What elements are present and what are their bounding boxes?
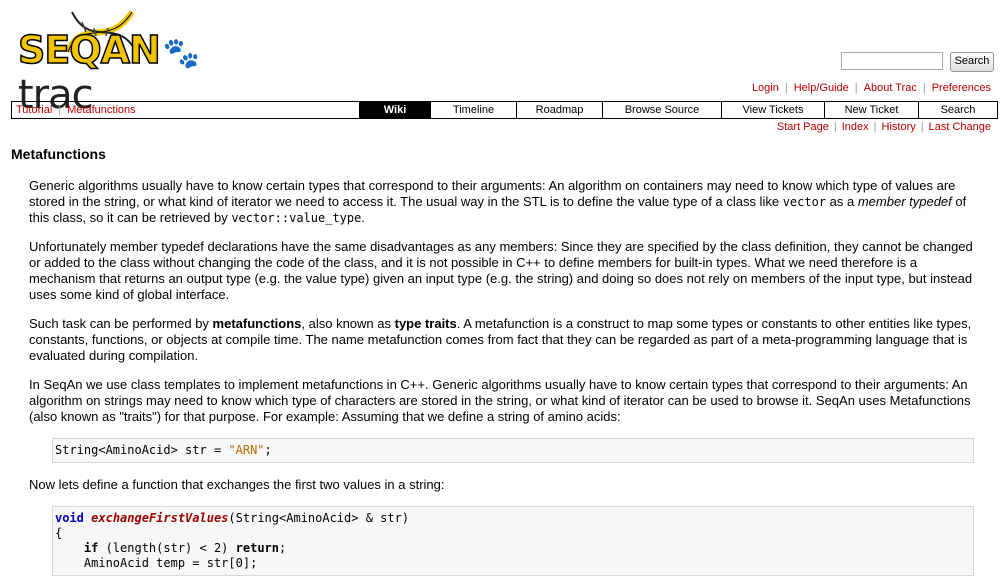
breadcrumb-tutorial[interactable]: Tutorial	[16, 104, 52, 116]
meta-navigation: Login | Help/Guide | About Trac | Preferences	[751, 82, 991, 94]
code-block-string: String<AminoAcid> str = "ARN";	[52, 438, 974, 463]
code-vector: vector	[782, 195, 827, 209]
context-navigation: Start Page | Index | History | Last Change	[776, 121, 991, 133]
paragraph-2: Unfortunately member typedef declaration…	[29, 239, 973, 302]
help-guide-link[interactable]: Help/Guide	[794, 82, 849, 94]
tab-search[interactable]: Search	[918, 102, 997, 118]
tab-wiki[interactable]: Wiki	[359, 102, 430, 118]
metafunctions-strong: metafunctions	[212, 316, 302, 331]
tab-timeline[interactable]: Timeline	[430, 102, 516, 118]
preferences-link[interactable]: Preferences	[932, 82, 991, 94]
main-navigation: Tutorial | Metafunctions Wiki Timeline Roa…	[11, 101, 998, 119]
tab-roadmap[interactable]: Roadmap	[516, 102, 602, 118]
wiki-content: Generic algorithms usually have to know …	[29, 178, 974, 576]
paragraph-1: Generic algorithms usually have to know …	[29, 178, 967, 225]
member-typedef-emphasis: member typedef	[857, 194, 952, 209]
last-change-link[interactable]: Last Change	[929, 121, 991, 133]
paragraph-5: Now lets define a function that exchange…	[29, 477, 445, 492]
code-block-function: void exchangeFirstValues(String<AminoAci…	[52, 506, 974, 576]
type-traits-strong: type traits	[394, 316, 457, 331]
search-input[interactable]	[841, 52, 943, 70]
paragraph-3: Such task can be performed by metafuncti…	[29, 316, 972, 363]
breadcrumb: Tutorial | Metafunctions	[16, 104, 136, 116]
login-link[interactable]: Login	[752, 82, 779, 94]
history-link[interactable]: History	[882, 121, 916, 133]
paw-icon: 🐾	[162, 36, 200, 71]
search-button[interactable]: Search	[950, 52, 994, 72]
code-value-type: vector::value_type	[231, 211, 362, 225]
about-trac-link[interactable]: About Trac	[864, 82, 917, 94]
tab-browse-source[interactable]: Browse Source	[602, 102, 721, 118]
tab-view-tickets[interactable]: View Tickets	[721, 102, 824, 118]
page-title: Metafunctions	[11, 146, 106, 162]
start-page-link[interactable]: Start Page	[777, 121, 829, 133]
tab-new-ticket[interactable]: New Ticket	[824, 102, 918, 118]
breadcrumb-metafunctions[interactable]: Metafunctions	[67, 104, 135, 116]
logo-seqan-text: SEQAN	[17, 27, 161, 73]
index-link[interactable]: Index	[842, 121, 869, 133]
paragraph-4: In SeqAn we use class templates to imple…	[29, 377, 971, 424]
seqan-trac-logo[interactable]: SEQAN 🐾trac	[14, 8, 234, 118]
